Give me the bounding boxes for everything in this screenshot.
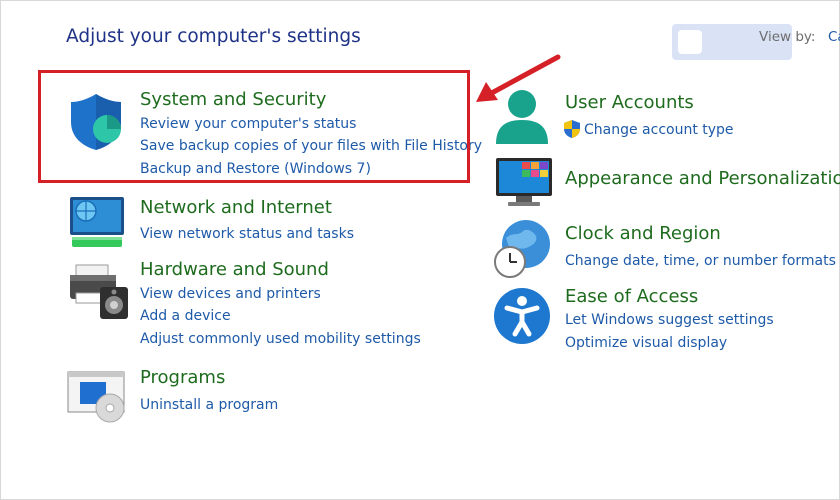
link-network-status[interactable]: View network status and tasks: [140, 226, 354, 242]
category-appearance-personalization[interactable]: Appearance and Personalization: [565, 168, 840, 189]
category-ease-of-access[interactable]: Ease of Access: [565, 286, 698, 307]
link-optimize-display[interactable]: Optimize visual display: [565, 335, 727, 351]
link-mobility-settings[interactable]: Adjust commonly used mobility settings: [140, 331, 421, 347]
printer-speaker-icon: [68, 263, 130, 325]
category-network-internet[interactable]: Network and Internet: [140, 197, 332, 218]
link-date-time-formats[interactable]: Change date, time, or number formats: [565, 253, 836, 269]
link-add-device[interactable]: Add a device: [140, 308, 231, 324]
link-devices-printers[interactable]: View devices and printers: [140, 286, 321, 302]
link-uninstall-program[interactable]: Uninstall a program: [140, 397, 278, 413]
category-hardware-sound[interactable]: Hardware and Sound: [140, 259, 329, 280]
user-icon: [494, 88, 550, 150]
programs-disc-icon: [66, 370, 128, 428]
highlight-box: [38, 70, 470, 183]
category-clock-region[interactable]: Clock and Region: [565, 223, 721, 244]
clock-globe-icon: [492, 218, 554, 284]
view-by-label: View by:: [759, 29, 816, 45]
page-title: Adjust your computer's settings: [66, 26, 361, 47]
network-globe-icon: [66, 195, 128, 255]
category-user-accounts[interactable]: User Accounts: [565, 92, 694, 113]
uac-shield-icon: [563, 119, 581, 143]
category-programs[interactable]: Programs: [140, 367, 225, 388]
view-by-dropdown[interactable]: Category: [828, 29, 840, 45]
accessibility-icon: [492, 286, 552, 350]
link-suggest-settings[interactable]: Let Windows suggest settings: [565, 312, 774, 328]
monitor-tiles-icon: [494, 156, 554, 212]
link-change-account-type[interactable]: Change account type: [584, 122, 734, 138]
